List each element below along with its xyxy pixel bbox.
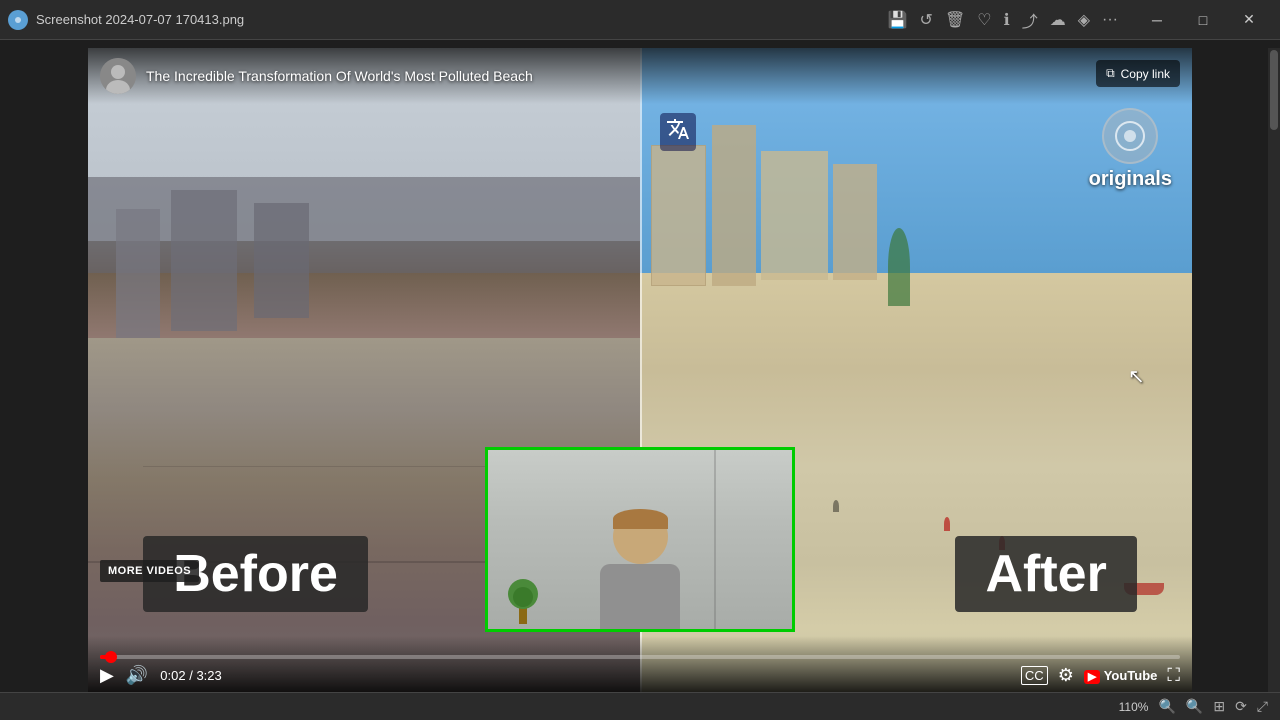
more-videos-button[interactable]: MORE VIDEOS [100, 560, 199, 582]
more-icon[interactable]: ··· [1102, 11, 1118, 29]
pip-overlay[interactable] [485, 447, 795, 632]
left-sidebar [0, 48, 88, 692]
originals-circle [1102, 108, 1158, 164]
rotate-status-icon[interactable]: ⟳ [1235, 698, 1247, 715]
zoom-out-icon[interactable]: 🔍 [1158, 698, 1175, 715]
scroll-thumb[interactable] [1270, 50, 1278, 130]
status-bar: 110% 🔍 🔍 ⊞ ⟳ ⤢ [0, 692, 1280, 720]
copy-icon: ⧉ [1106, 66, 1115, 81]
originals-text: originals [1089, 168, 1172, 191]
video-controls: ▶ 🔊 0:02 / 3:23 CC ⚙ [88, 636, 1192, 692]
volume-icon[interactable]: 🔊 [126, 665, 148, 686]
progress-bar[interactable] [100, 655, 1180, 659]
video-container[interactable]: The Incredible Transformation Of World's… [88, 48, 1192, 692]
right-scrollbar[interactable] [1268, 48, 1280, 692]
maximize-button[interactable]: □ [1180, 0, 1226, 40]
time-total: 3:23 [196, 668, 221, 683]
settings-icon[interactable]: ⚙ [1058, 665, 1074, 686]
save-icon[interactable]: 💾 [888, 10, 908, 30]
favorite-icon[interactable]: ♡ [977, 10, 991, 30]
play-button[interactable]: ▶ [100, 665, 114, 686]
app-icon [8, 10, 28, 30]
video-title: The Incredible Transformation Of World's… [146, 68, 533, 84]
close-button[interactable]: ✕ [1226, 0, 1272, 40]
file-name: Screenshot 2024-07-07 170413.png [36, 12, 888, 27]
time-current: 0:02 [160, 668, 185, 683]
diamond-icon[interactable]: ◈ [1078, 10, 1090, 30]
after-label: After [955, 536, 1136, 612]
controls-left: ▶ 🔊 0:02 / 3:23 [100, 665, 222, 686]
window-controls: ─ □ ✕ [1134, 0, 1272, 40]
youtube-logo[interactable]: ▶ YouTube [1084, 668, 1158, 683]
cloud-icon[interactable]: ☁ [1050, 10, 1066, 30]
subtitles-icon[interactable]: CC [1021, 666, 1048, 685]
originals-watermark: originals [1089, 108, 1172, 191]
controls-row: ▶ 🔊 0:02 / 3:23 CC ⚙ [100, 665, 1180, 686]
title-bar: Screenshot 2024-07-07 170413.png 💾 ↺ 🗑 ♡… [0, 0, 1280, 40]
copy-link-button[interactable]: ⧉ Copy link [1096, 60, 1180, 87]
progress-dot [105, 651, 117, 663]
copy-link-label: Copy link [1121, 67, 1170, 81]
expand-icon[interactable]: ⤢ [1257, 698, 1268, 715]
translate-icon [660, 113, 696, 151]
main-area: The Incredible Transformation Of World's… [0, 40, 1280, 720]
share-icon[interactable]: ⤴ [1022, 8, 1038, 32]
channel-avatar [100, 58, 136, 94]
zoom-level: 110% [1119, 700, 1149, 714]
fullscreen-icon[interactable]: ⛶ [1167, 665, 1180, 686]
video-title-bar: The Incredible Transformation Of World's… [88, 48, 1192, 104]
time-display: 0:02 / 3:23 [160, 668, 221, 683]
pip-video-person [488, 450, 792, 629]
minimize-button[interactable]: ─ [1134, 0, 1180, 40]
delete-icon[interactable]: 🗑 [945, 10, 965, 30]
view-icon[interactable]: ⊞ [1213, 698, 1225, 715]
zoom-in-icon[interactable]: 🔍 [1186, 698, 1203, 715]
rotate-icon[interactable]: ↺ [920, 10, 933, 30]
controls-right: CC ⚙ ▶ YouTube ⛶ [1021, 665, 1180, 686]
toolbar-icons: 💾 ↺ 🗑 ♡ ℹ ⤴ ☁ ◈ ··· [888, 8, 1118, 32]
info-icon[interactable]: ℹ [1004, 10, 1010, 30]
